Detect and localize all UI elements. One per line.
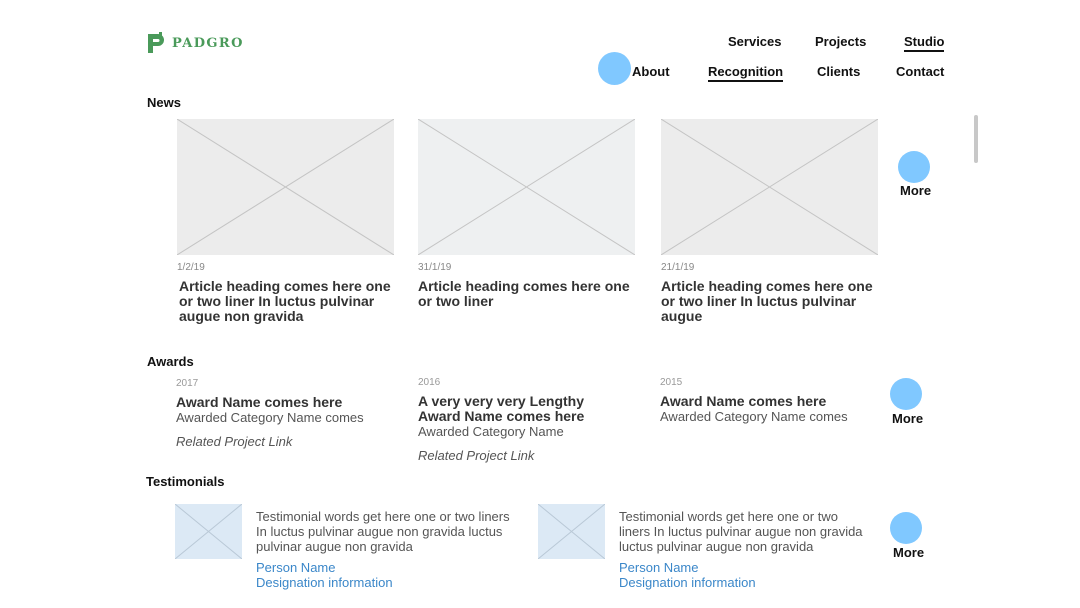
- testimonials-more-link[interactable]: More: [893, 545, 924, 560]
- image-placeholder-icon: [177, 119, 394, 255]
- image-placeholder-icon: [418, 119, 635, 255]
- about-hotspot-marker[interactable]: [598, 52, 631, 85]
- award-item: 2017 Award Name comes here Awarded Categ…: [176, 378, 386, 449]
- scrollbar-thumb[interactable]: [974, 115, 978, 163]
- nav-about[interactable]: About: [632, 64, 670, 79]
- award-year: 2016: [418, 377, 441, 388]
- related-project-link[interactable]: Related Project Link: [418, 448, 628, 463]
- news-more-hotspot-marker[interactable]: [898, 151, 930, 183]
- award-category: Awarded Category Name comes: [660, 409, 848, 424]
- testimonial-person-name[interactable]: Person Name: [256, 560, 518, 575]
- nav-contact[interactable]: Contact: [896, 64, 944, 79]
- testimonial-item: Testimonial words get here one or two li…: [256, 509, 518, 590]
- nav-services[interactable]: Services: [728, 34, 782, 49]
- award-item: 2016 A very very very Lengthy Award Name…: [418, 377, 628, 463]
- testimonials-section-title: Testimonials: [146, 474, 225, 489]
- nav-recognition[interactable]: Recognition: [708, 64, 784, 82]
- testimonial-person-name[interactable]: Person Name: [619, 560, 864, 575]
- award-item: 2015 Award Name comes here Awarded Categ…: [660, 377, 870, 424]
- award-category: Awarded Category Name: [418, 424, 564, 439]
- news-card[interactable]: 1/2/19 Article heading comes here one or…: [177, 119, 394, 324]
- awards-more-hotspot-marker[interactable]: [890, 378, 922, 410]
- testimonials-more-hotspot-marker[interactable]: [890, 512, 922, 544]
- image-placeholder-icon: [175, 504, 242, 559]
- award-year: 2015: [660, 377, 683, 388]
- nav-studio[interactable]: Studio: [904, 34, 945, 52]
- award-name: Award Name comes here: [660, 393, 827, 409]
- award-name: Award Name comes here: [176, 394, 343, 410]
- news-date: 1/2/19: [177, 262, 205, 273]
- award-name: A very very very Lengthy Award Name come…: [418, 393, 585, 424]
- award-category: Awarded Category Name comes: [176, 410, 364, 425]
- related-project-link[interactable]: Related Project Link: [176, 434, 386, 449]
- testimonial-item: Testimonial words get here one or two li…: [619, 509, 864, 590]
- award-year: 2017: [176, 378, 199, 389]
- news-section-title: News: [147, 95, 181, 110]
- news-date: 31/1/19: [418, 262, 452, 273]
- news-heading[interactable]: Article heading comes here one or two li…: [418, 279, 635, 309]
- news-card[interactable]: 31/1/19 Article heading comes here one o…: [418, 119, 635, 309]
- nav-clients[interactable]: Clients: [817, 64, 860, 79]
- news-heading[interactable]: Article heading comes here one or two li…: [177, 279, 394, 324]
- image-placeholder-icon: [661, 119, 878, 255]
- testimonial-designation: Designation information: [619, 575, 756, 590]
- testimonial-text: Testimonial words get here one or two li…: [619, 509, 863, 554]
- news-heading[interactable]: Article heading comes here one or two li…: [661, 279, 878, 324]
- testimonial-designation: Designation information: [256, 575, 393, 590]
- nav-projects[interactable]: Projects: [815, 34, 866, 49]
- news-card[interactable]: 21/1/19 Article heading comes here one o…: [661, 119, 878, 324]
- news-date: 21/1/19: [661, 262, 695, 273]
- brand-logo-text: PADGRO: [172, 35, 244, 51]
- padgro-logo-icon: [148, 32, 164, 53]
- news-more-link[interactable]: More: [900, 183, 931, 198]
- image-placeholder-icon: [538, 504, 605, 559]
- awards-more-link[interactable]: More: [892, 411, 923, 426]
- brand-logo[interactable]: PADGRO: [146, 32, 244, 54]
- testimonial-text: Testimonial words get here one or two li…: [256, 509, 510, 554]
- awards-section-title: Awards: [147, 354, 194, 369]
